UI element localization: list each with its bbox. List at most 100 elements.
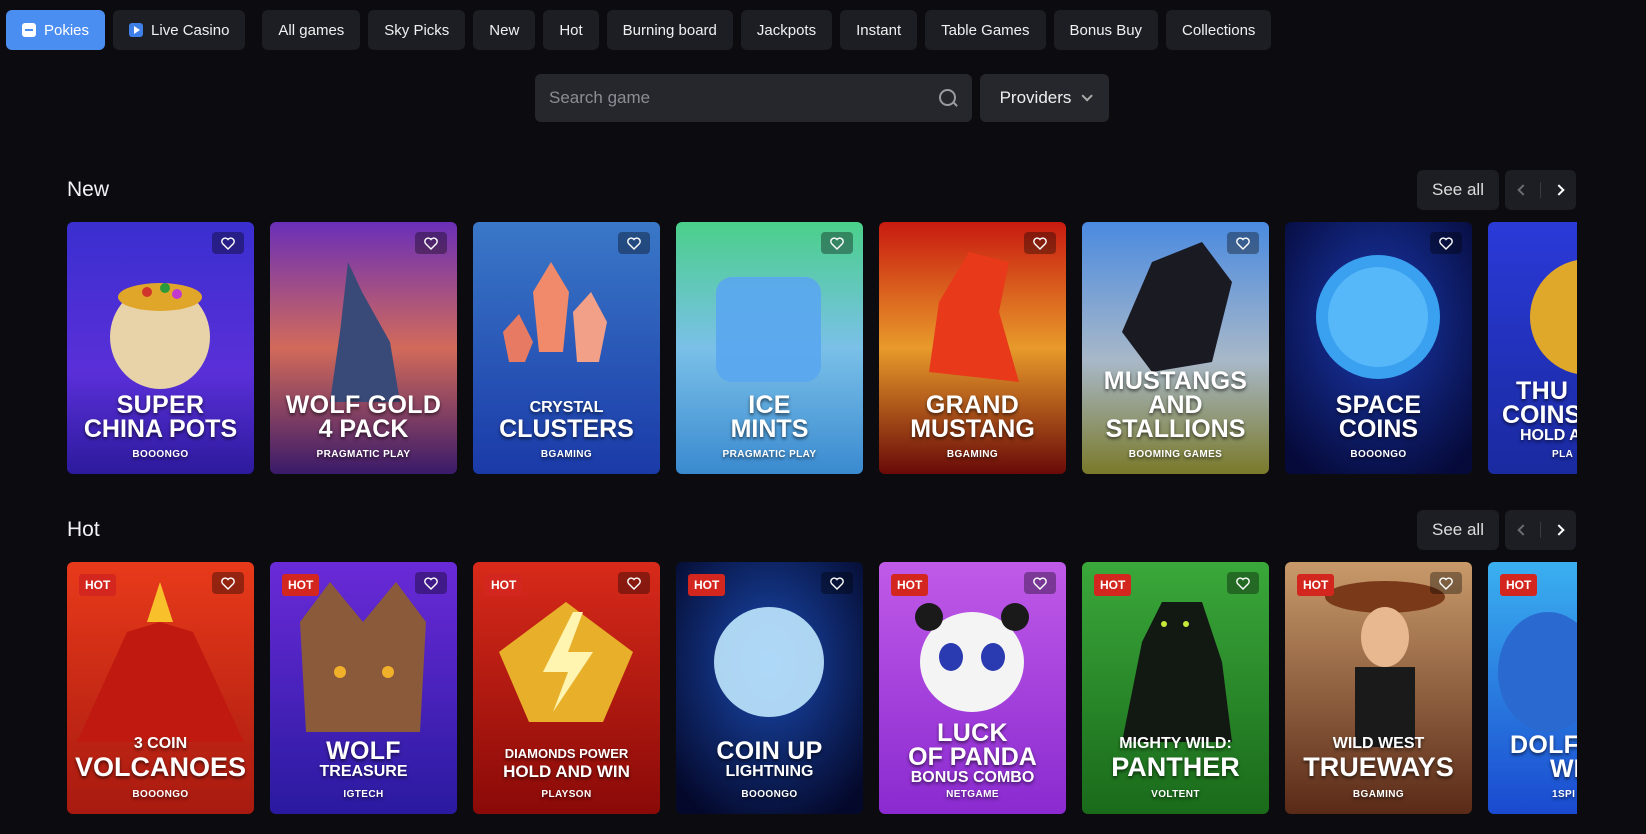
heart-icon xyxy=(1236,576,1250,590)
game-title-line-2: TREASURE xyxy=(319,763,408,780)
game-title: WILD WEST TRUEWAYS BGAMING xyxy=(1285,735,1472,800)
category-new[interactable]: New xyxy=(473,10,536,50)
tab-live-casino[interactable]: Live Casino xyxy=(113,10,246,50)
category-instant[interactable]: Instant xyxy=(840,10,918,50)
hot-badge: HOT xyxy=(1297,574,1335,596)
heart-icon xyxy=(424,236,438,250)
category-bar: Pokies Live Casino All games Sky Picks N… xyxy=(6,10,1272,50)
favorite-button[interactable] xyxy=(1430,232,1462,254)
favorite-button[interactable] xyxy=(415,572,447,594)
game-provider: BOOONGO xyxy=(132,449,189,460)
favorite-button[interactable] xyxy=(1227,232,1259,254)
game-card[interactable]: MUSTANGS AND STALLIONS BOOMING GAMES xyxy=(1082,222,1269,474)
tab-pokies-label: Pokies xyxy=(44,21,90,39)
game-card[interactable]: GRAND MUSTANG BGAMING xyxy=(879,222,1066,474)
game-title-line-2: WEA xyxy=(1550,755,1577,783)
new-games-row: SUPER CHINA POTS BOOONGO WOLF GOLD 4 PAC… xyxy=(67,222,1577,474)
game-title-line-1: LUCK xyxy=(937,719,1008,747)
game-title-line-1: COIN UP xyxy=(716,737,823,765)
category-hot[interactable]: Hot xyxy=(543,10,599,50)
game-provider: PLAYSON xyxy=(541,789,592,800)
game-card[interactable]: SPACE COINS BOOONGO xyxy=(1285,222,1472,474)
new-see-all-button[interactable]: See all xyxy=(1417,170,1499,210)
chevron-right-icon xyxy=(1552,184,1565,196)
search-box xyxy=(535,74,972,122)
game-card[interactable]: CRYSTAL CLUSTERS BGAMING xyxy=(473,222,660,474)
game-card[interactable]: HOT MIGHTY WILD: PANTHER VOLTENT xyxy=(1082,562,1269,814)
search-input[interactable] xyxy=(549,88,938,108)
game-title-line-1: MUSTANGS xyxy=(1103,367,1248,395)
favorite-button[interactable] xyxy=(1430,572,1462,594)
game-provider: 1SPI xyxy=(1552,789,1576,800)
hot-prev-button[interactable] xyxy=(1505,510,1540,550)
live-casino-icon xyxy=(129,23,144,37)
game-card[interactable]: ICE MINTS PRAGMATIC PLAY xyxy=(676,222,863,474)
game-title: LUCK OF PANDA BONUS COMBO NETGAME xyxy=(879,719,1066,801)
favorite-button[interactable] xyxy=(618,572,650,594)
game-title-line-2: VOLCANOES xyxy=(74,752,247,782)
game-provider: IGTECH xyxy=(343,789,384,800)
game-card[interactable]: WOLF GOLD 4 PACK PRAGMATIC PLAY xyxy=(270,222,457,474)
game-provider: BOOONGO xyxy=(132,789,189,800)
favorite-button[interactable] xyxy=(212,232,244,254)
tab-pokies[interactable]: Pokies xyxy=(6,10,106,50)
game-card[interactable]: THU COINS HOLD A PLA xyxy=(1488,222,1577,474)
new-prev-button[interactable] xyxy=(1505,170,1540,210)
hot-next-button[interactable] xyxy=(1541,510,1576,550)
game-title-line-2: OF PANDA xyxy=(908,743,1037,771)
game-provider: PRAGMATIC PLAY xyxy=(722,449,817,460)
favorite-button[interactable] xyxy=(1024,572,1056,594)
game-title-line-2: TRUEWAYS xyxy=(1303,752,1454,782)
favorite-button[interactable] xyxy=(1227,572,1259,594)
hot-see-all-button[interactable]: See all xyxy=(1417,510,1499,550)
new-next-button[interactable] xyxy=(1541,170,1576,210)
game-title-line-3: HOLD A xyxy=(1520,427,1577,444)
favorite-button[interactable] xyxy=(212,572,244,594)
game-card[interactable]: HOT LUCK OF PANDA BONUS COMBO NETGAME xyxy=(879,562,1066,814)
game-card[interactable]: HOT WILD WEST TRUEWAYS BGAMING xyxy=(1285,562,1472,814)
game-card[interactable]: HOT 3 COIN VOLCANOES BOOONGO xyxy=(67,562,254,814)
game-provider: BGAMING xyxy=(1352,789,1405,800)
search-icon[interactable] xyxy=(938,88,958,108)
hot-carousel-nav xyxy=(1505,510,1576,550)
favorite-button[interactable] xyxy=(821,572,853,594)
game-title-line-1: WILD WEST xyxy=(1332,735,1425,752)
favorite-button[interactable] xyxy=(618,232,650,254)
hot-badge: HOT xyxy=(79,574,117,596)
game-title-line-2: MUSTANG xyxy=(910,415,1035,443)
game-title: WOLF GOLD 4 PACK PRAGMATIC PLAY xyxy=(270,393,457,461)
game-provider: PRAGMATIC PLAY xyxy=(316,449,411,460)
game-card[interactable]: HOT COIN UP LIGHTNING BOOONGO xyxy=(676,562,863,814)
game-provider: BOOONGO xyxy=(1350,449,1407,460)
category-sky-picks[interactable]: Sky Picks xyxy=(368,10,466,50)
game-title-line-2: COINS xyxy=(1338,415,1419,443)
game-card[interactable]: SUPER CHINA POTS BOOONGO xyxy=(67,222,254,474)
section-title-hot: Hot xyxy=(67,518,100,541)
tab-live-casino-label: Live Casino xyxy=(151,21,230,39)
favorite-button[interactable] xyxy=(1024,232,1056,254)
game-title-line-1: ICE xyxy=(748,391,791,419)
game-title-line-2: MINTS xyxy=(730,415,809,443)
game-provider: NETGAME xyxy=(946,789,999,800)
game-title: COIN UP LIGHTNING BOOONGO xyxy=(676,737,863,801)
new-carousel-nav xyxy=(1505,170,1576,210)
game-card[interactable]: HOT DOLF WEA 1SPI xyxy=(1488,562,1577,814)
game-card[interactable]: HOT DIAMONDS POWER HOLD AND WIN PLAYSON xyxy=(473,562,660,814)
favorite-button[interactable] xyxy=(821,232,853,254)
favorite-button[interactable] xyxy=(415,232,447,254)
game-title-line-2: CLUSTERS xyxy=(499,415,634,443)
game-provider: PLA xyxy=(1552,449,1574,460)
category-all-games[interactable]: All games xyxy=(262,10,361,50)
providers-dropdown[interactable]: Providers xyxy=(980,74,1109,122)
category-collections[interactable]: Collections xyxy=(1166,10,1272,50)
game-title-line-1: 3 COIN xyxy=(133,735,188,752)
category-table-games[interactable]: Table Games xyxy=(925,10,1046,50)
chevron-left-icon xyxy=(1516,184,1529,196)
category-jackpots[interactable]: Jackpots xyxy=(740,10,833,50)
category-burning-board[interactable]: Burning board xyxy=(606,10,733,50)
game-title-line-2: LIGHTNING xyxy=(725,763,814,780)
category-bonus-buy[interactable]: Bonus Buy xyxy=(1053,10,1159,50)
game-card[interactable]: HOT WOLF TREASURE IGTECH xyxy=(270,562,457,814)
providers-label: Providers xyxy=(999,88,1072,107)
hot-badge: HOT xyxy=(891,574,929,596)
